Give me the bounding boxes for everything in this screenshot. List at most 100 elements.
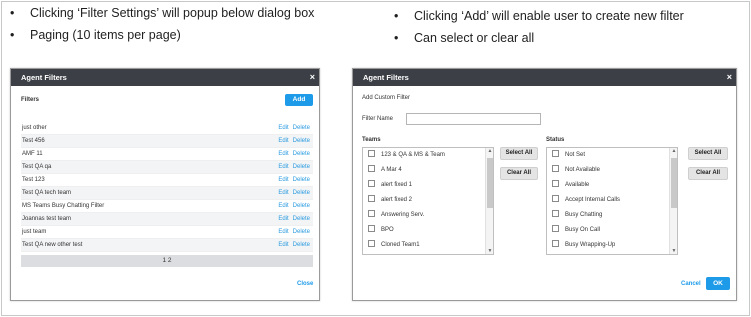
list-item[interactable]: Available	[552, 178, 589, 192]
checkbox[interactable]	[368, 209, 375, 217]
filters-label: Filters	[21, 97, 40, 103]
list-item[interactable]: Accept Internal Calls	[552, 193, 620, 207]
status-name: Busy On Call	[565, 227, 601, 233]
teams-listbox[interactable]: 123 & QA & MS & Team A Mar 4 alert fixed…	[362, 147, 494, 255]
list-item[interactable]: Not Available	[552, 163, 600, 177]
delete-link[interactable]: Delete	[293, 229, 310, 235]
edit-link[interactable]: Edit	[278, 164, 288, 170]
list-item[interactable]: alert fixed 1	[368, 178, 412, 192]
list-item[interactable]: Busy Chatting	[552, 208, 602, 222]
delete-link[interactable]: Delete	[293, 203, 310, 209]
filter-name: just team	[22, 229, 47, 235]
checkbox[interactable]	[552, 239, 559, 247]
scrollbar[interactable]: ▲ ▼	[669, 148, 677, 254]
filter-name: Test 456	[22, 138, 45, 144]
edit-link[interactable]: Edit	[278, 229, 288, 235]
edit-link[interactable]: Edit	[278, 216, 288, 222]
list-item[interactable]: 123 & QA & MS & Team	[368, 148, 445, 162]
list-item[interactable]: alert fixed 2	[368, 193, 412, 207]
filter-name: Test QA tech team	[22, 190, 72, 196]
status-listbox[interactable]: Not Set Not Available Available Accept I…	[546, 147, 678, 255]
agent-filters-dialog: Agent Filters × Filters Add just other E…	[10, 68, 320, 301]
table-row: AMF 11 Edit Delete	[21, 148, 313, 161]
status-name: Not Set	[565, 152, 586, 158]
checkbox[interactable]	[368, 179, 375, 187]
list-item[interactable]: Busy On Call	[552, 223, 600, 237]
edit-link[interactable]: Edit	[278, 125, 288, 131]
checkbox[interactable]	[552, 164, 559, 172]
delete-link[interactable]: Delete	[293, 164, 310, 170]
filter-name-input[interactable]	[406, 113, 541, 125]
delete-link[interactable]: Delete	[293, 242, 310, 248]
bullet-dot: •	[394, 31, 399, 45]
bullet-text: Clicking ‘Filter Settings’ will popup be…	[30, 6, 315, 20]
edit-link[interactable]: Edit	[278, 177, 288, 183]
list-item[interactable]: Busy Wrapping-Up	[552, 238, 615, 252]
scroll-thumb[interactable]	[671, 158, 677, 208]
filter-name: Test 123	[22, 177, 45, 183]
checkbox[interactable]	[368, 149, 375, 157]
table-row: Test 123 Edit Delete	[21, 174, 313, 187]
list-item[interactable]: A Mar 4	[368, 163, 402, 177]
scrollbar[interactable]: ▲ ▼	[485, 148, 493, 254]
list-item[interactable]: BPO	[368, 223, 394, 237]
filter-name: MS Teams Busy Chatting Filter	[22, 203, 105, 209]
scroll-down-icon[interactable]: ▼	[670, 248, 677, 254]
list-item[interactable]: Cloned Team1	[368, 238, 420, 252]
bullet-dot: •	[394, 9, 399, 23]
bullet-dot: •	[10, 28, 15, 42]
pager-pages[interactable]: 1 2	[162, 257, 171, 264]
dialog-title: Agent Filters	[21, 73, 67, 82]
scroll-down-icon[interactable]: ▼	[486, 248, 493, 254]
list-item[interactable]: Answering Serv.	[368, 208, 424, 222]
checkbox[interactable]	[368, 239, 375, 247]
status-name: Busy Chatting	[565, 212, 603, 218]
edit-link[interactable]: Edit	[278, 203, 288, 209]
checkbox[interactable]	[368, 194, 375, 202]
checkbox[interactable]	[552, 194, 559, 202]
checkbox[interactable]	[368, 224, 375, 232]
cancel-button[interactable]: Cancel	[681, 281, 701, 287]
checkbox[interactable]	[368, 164, 375, 172]
status-select-all-button[interactable]: Select All	[688, 147, 728, 160]
checkbox[interactable]	[552, 224, 559, 232]
checkbox[interactable]	[552, 179, 559, 187]
pager[interactable]: 1 2	[21, 255, 313, 267]
edit-link[interactable]: Edit	[278, 151, 288, 157]
list-item[interactable]: Not Set	[552, 148, 585, 162]
delete-link[interactable]: Delete	[293, 138, 310, 144]
checkbox[interactable]	[552, 209, 559, 217]
filter-name: Test QA qa	[22, 164, 52, 170]
delete-link[interactable]: Delete	[293, 190, 310, 196]
scroll-up-icon[interactable]: ▲	[486, 148, 493, 154]
ok-button[interactable]: OK	[706, 277, 730, 290]
close-button[interactable]: Close	[297, 281, 313, 287]
table-row: Test QA qa Edit Delete	[21, 161, 313, 174]
status-name: Not Available	[565, 167, 600, 173]
close-icon[interactable]: ×	[310, 69, 315, 86]
teams-select-all-button[interactable]: Select All	[500, 147, 538, 160]
status-name: Available	[565, 182, 590, 188]
delete-link[interactable]: Delete	[293, 177, 310, 183]
edit-link[interactable]: Edit	[278, 190, 288, 196]
delete-link[interactable]: Delete	[293, 151, 310, 157]
delete-link[interactable]: Delete	[293, 125, 310, 131]
bullet-dot: •	[10, 6, 15, 20]
status-label: Status	[546, 137, 565, 143]
team-name: Answering Serv.	[381, 212, 425, 218]
close-icon[interactable]: ×	[727, 69, 732, 86]
checkbox[interactable]	[552, 149, 559, 157]
scroll-thumb[interactable]	[487, 158, 493, 208]
filters-table: just other Edit Delete Test 456 Edit Delet…	[21, 122, 313, 255]
edit-link[interactable]: Edit	[278, 242, 288, 248]
delete-link[interactable]: Delete	[293, 216, 310, 222]
teams-clear-all-button[interactable]: Clear All	[500, 167, 538, 180]
status-clear-all-button[interactable]: Clear All	[688, 167, 728, 180]
add-button[interactable]: Add	[285, 94, 313, 106]
edit-link[interactable]: Edit	[278, 138, 288, 144]
filter-name: Test QA new other test	[22, 242, 83, 248]
team-name: alert fixed 2	[381, 197, 413, 203]
team-name: BPO	[381, 227, 394, 233]
scroll-up-icon[interactable]: ▲	[670, 148, 677, 154]
status-name: Busy Wrapping-Up	[565, 242, 616, 248]
